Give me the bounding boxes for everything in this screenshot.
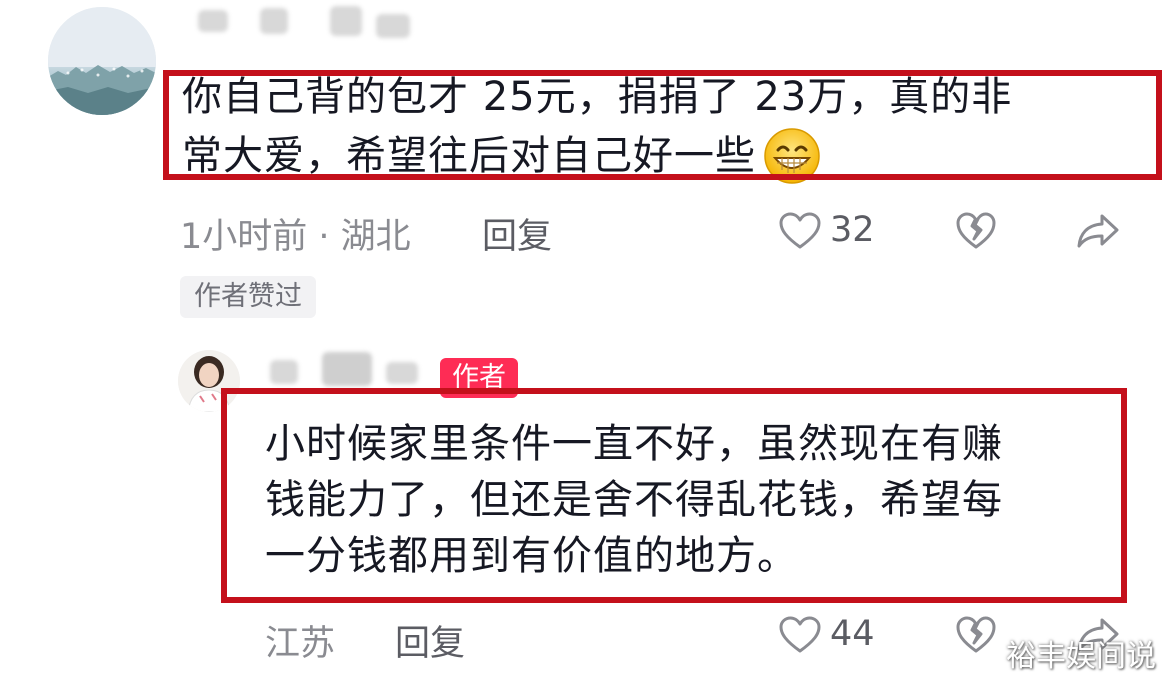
location: 江苏: [265, 624, 336, 664]
like-count: 44: [830, 614, 875, 654]
reply-button[interactable]: 回复: [395, 615, 465, 666]
highlight-frame: [221, 388, 1127, 603]
broken-heart-icon[interactable]: [955, 615, 997, 655]
broken-heart-icon[interactable]: [955, 211, 997, 251]
heart-icon[interactable]: [778, 615, 822, 655]
time-location: 1小时前 · 湖北: [180, 217, 411, 257]
like-count: 32: [830, 210, 875, 250]
share-icon[interactable]: [1076, 213, 1120, 249]
author-username-blurred[interactable]: [262, 352, 432, 388]
author-liked-badge: 作者赞过: [180, 276, 316, 318]
reply-button[interactable]: 回复: [482, 208, 552, 259]
watermark: 裕丰娱间说: [1006, 639, 1156, 674]
commenter-avatar[interactable]: [48, 7, 156, 115]
highlight-frame: [163, 70, 1162, 180]
heart-icon[interactable]: [778, 211, 822, 251]
username-blurred[interactable]: [180, 6, 420, 46]
